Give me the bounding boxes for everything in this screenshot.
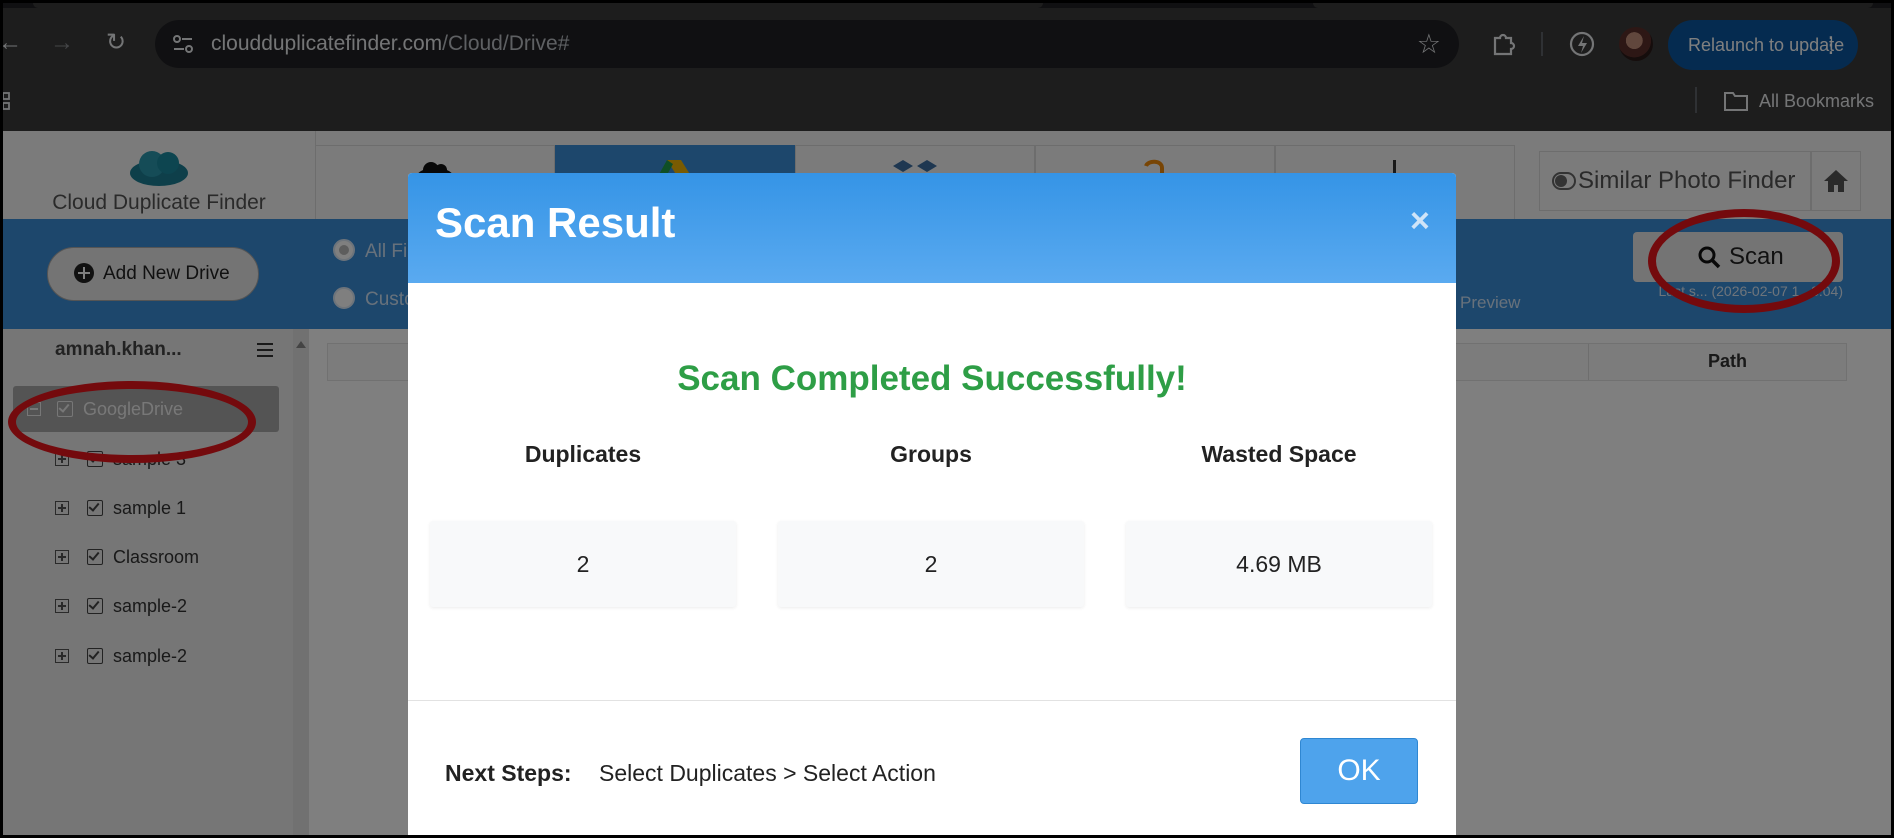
close-icon[interactable]: ×: [1410, 201, 1430, 241]
wasted-space-label: Wasted Space: [1201, 441, 1357, 467]
dialog-footer: Next Steps: Select Duplicates > Select A…: [408, 700, 1456, 835]
duplicates-label: Duplicates: [524, 441, 642, 467]
duplicates-value: 2: [430, 521, 736, 607]
groups-label: Groups: [890, 441, 972, 467]
screenshot-frame: ← → ↻ cloudduplicatefinder.com/Cloud/Dri…: [3, 3, 1891, 835]
ok-button[interactable]: OK: [1300, 738, 1418, 804]
dialog-header: Scan Result ×: [408, 173, 1456, 283]
wasted-space-value: 4.69 MB: [1126, 521, 1432, 607]
next-steps-text: Select Duplicates > Select Action: [599, 760, 936, 786]
dialog-title: Scan Result: [435, 199, 676, 246]
next-steps-label: Next Steps:: [445, 760, 572, 786]
scan-result-dialog: Scan Result × Scan Completed Successfull…: [408, 173, 1456, 835]
groups-value: 2: [778, 521, 1084, 607]
success-message: Scan Completed Successfully!: [677, 359, 1187, 398]
